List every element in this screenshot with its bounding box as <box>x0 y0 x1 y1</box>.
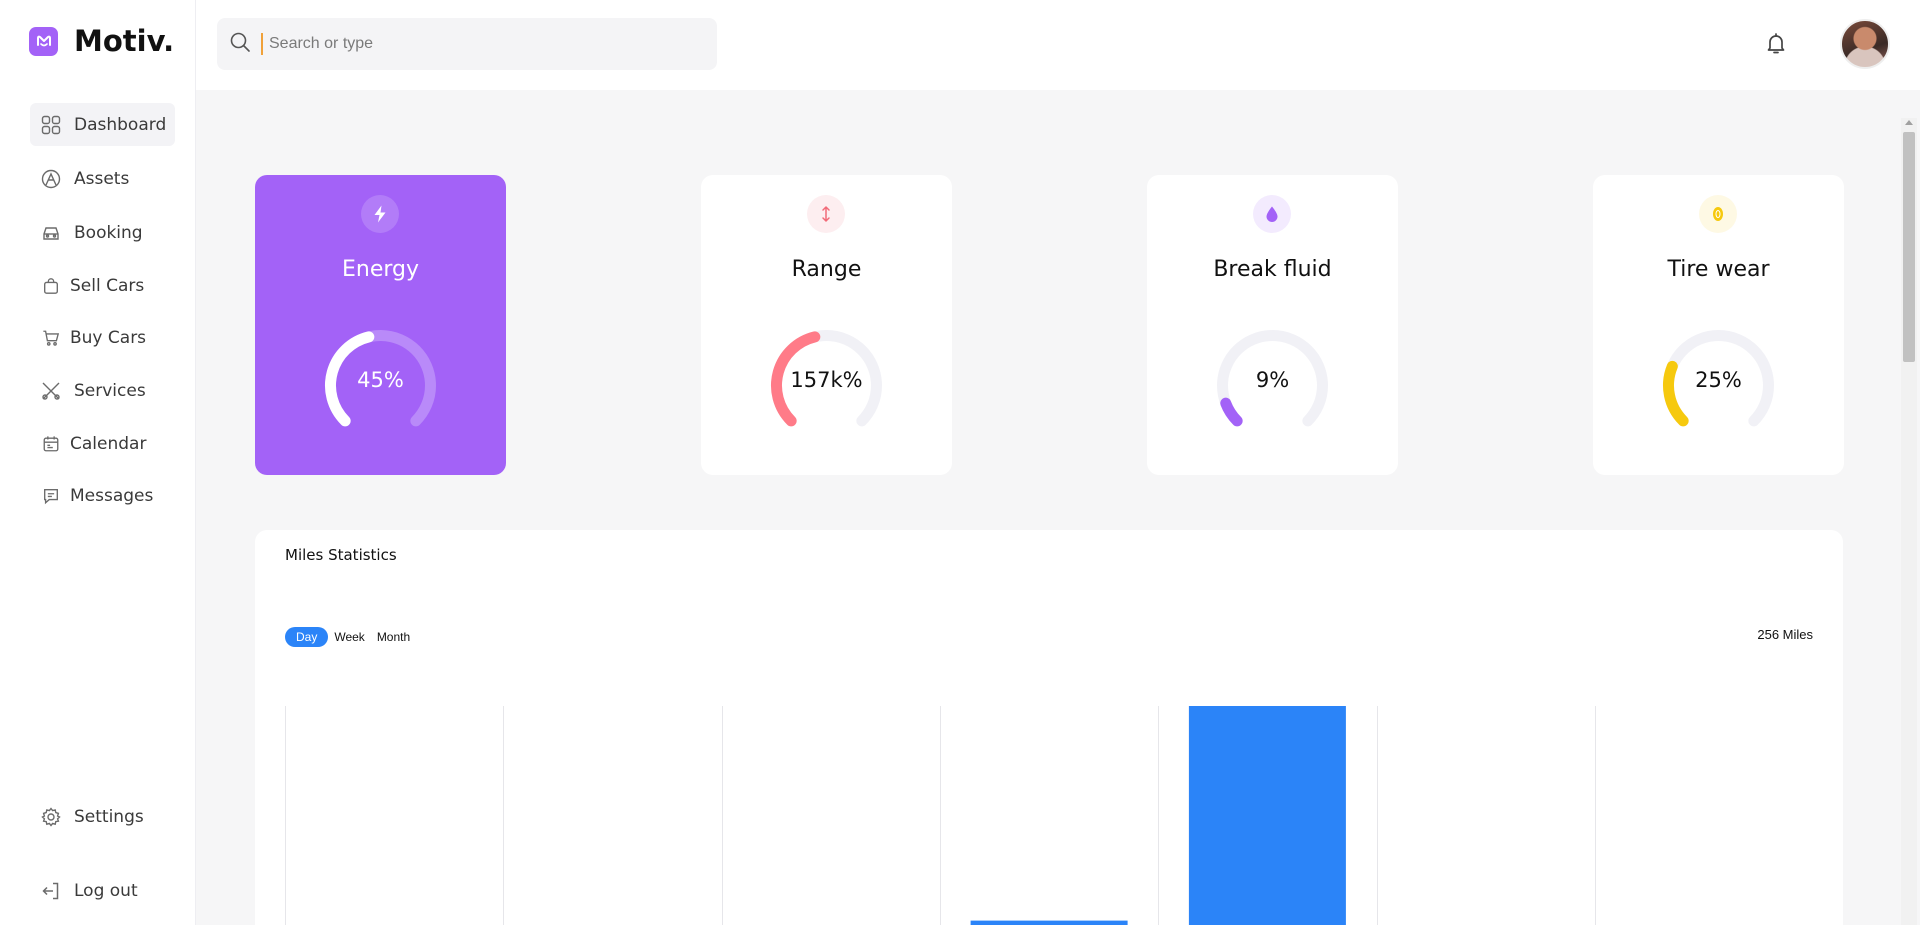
sidebar-item-calendar[interactable]: Calendar <box>30 422 175 465</box>
card-value: 45% <box>357 368 404 392</box>
search-input[interactable] <box>261 33 681 55</box>
sidebar-item-label: Messages <box>70 485 154 506</box>
sidebar-item-label: Buy Cars <box>70 327 147 348</box>
app-name: Motiv. <box>74 24 175 58</box>
sidebar-item-label: Calendar <box>70 433 147 454</box>
miles-statistics-panel: Miles Statistics Day Week Month 256 Mile… <box>255 530 1843 925</box>
card-break-fluid[interactable]: Break fluid 9% <box>1147 175 1398 475</box>
grid-icon <box>40 114 62 136</box>
card-title: Tire wear <box>1667 257 1770 282</box>
total-miles: 256 Miles <box>1757 627 1813 642</box>
search-box[interactable] <box>217 18 717 70</box>
tab-month[interactable]: Month <box>371 627 416 647</box>
sidebar-item-services[interactable]: Services <box>30 369 175 412</box>
scroll-thumb[interactable] <box>1903 132 1915 362</box>
search-icon <box>229 31 251 57</box>
period-tabs: Day Week Month <box>285 627 416 647</box>
card-title: Energy <box>341 257 420 282</box>
message-icon <box>40 485 62 507</box>
gear-icon <box>40 806 62 828</box>
chart-bar[interactable] <box>1188 706 1346 925</box>
bell-icon <box>1764 31 1788 59</box>
card-value: 9% <box>1255 368 1290 392</box>
sidebar-item-settings[interactable]: Settings <box>30 795 175 838</box>
tire-icon <box>1699 195 1737 233</box>
car-icon <box>40 222 62 244</box>
sidebar-item-label: Dashboard <box>74 114 167 135</box>
card-energy[interactable]: Energy 45% <box>255 175 506 475</box>
sidebar-item-dashboard[interactable]: Dashboard <box>30 103 175 146</box>
sidebar-item-label: Sell Cars <box>70 275 145 296</box>
card-range[interactable]: Range 157k% <box>701 175 952 475</box>
sidebar-item-label: Services <box>74 380 146 401</box>
sidebar-item-label: Settings <box>74 806 144 827</box>
card-tire-wear[interactable]: Tire wear 25% <box>1593 175 1844 475</box>
top-bar <box>196 0 1920 90</box>
tab-week[interactable]: Week <box>328 627 370 647</box>
droplet-icon <box>1253 195 1291 233</box>
avatar[interactable] <box>1840 19 1890 69</box>
vertical-arrows-icon <box>807 195 845 233</box>
sidebar-item-booking[interactable]: Booking <box>30 211 175 254</box>
card-title: Break fluid <box>1213 257 1332 282</box>
logo-icon <box>29 26 58 56</box>
app-logo[interactable]: Motiv. <box>29 24 174 58</box>
sidebar-item-label: Assets <box>74 168 130 189</box>
shopping-bag-icon <box>40 275 62 297</box>
tab-day[interactable]: Day <box>285 627 329 647</box>
miles-bar-chart <box>285 706 1596 925</box>
gauge-value-arc <box>1220 397 1243 427</box>
chart-bar[interactable] <box>970 920 1128 925</box>
scroll-up-arrow[interactable] <box>1905 120 1913 125</box>
sidebar-item-logout[interactable]: Log out <box>30 869 175 912</box>
sidebar-item-assets[interactable]: Assets <box>30 157 175 200</box>
panel-title: Miles Statistics <box>285 546 397 564</box>
sidebar-item-messages[interactable]: Messages <box>30 474 175 517</box>
notification-button[interactable] <box>1762 31 1790 59</box>
cart-icon <box>40 327 62 349</box>
sidebar-item-sell-cars[interactable]: Sell Cars <box>30 264 175 307</box>
assets-icon <box>40 168 62 190</box>
scrollbar[interactable] <box>1901 118 1917 925</box>
card-value: 157k% <box>790 368 863 392</box>
sidebar-item-label: Booking <box>74 222 143 243</box>
card-title: Range <box>791 257 862 282</box>
calendar-icon <box>40 433 62 455</box>
sidebar: Motiv. Dashboard Assets Booking Sell Car… <box>0 0 196 925</box>
tools-icon <box>40 380 62 402</box>
logout-icon <box>40 880 62 902</box>
card-value: 25% <box>1695 368 1742 392</box>
sidebar-item-label: Log out <box>74 880 138 901</box>
lightning-icon <box>361 195 399 233</box>
sidebar-item-buy-cars[interactable]: Buy Cars <box>30 316 175 359</box>
